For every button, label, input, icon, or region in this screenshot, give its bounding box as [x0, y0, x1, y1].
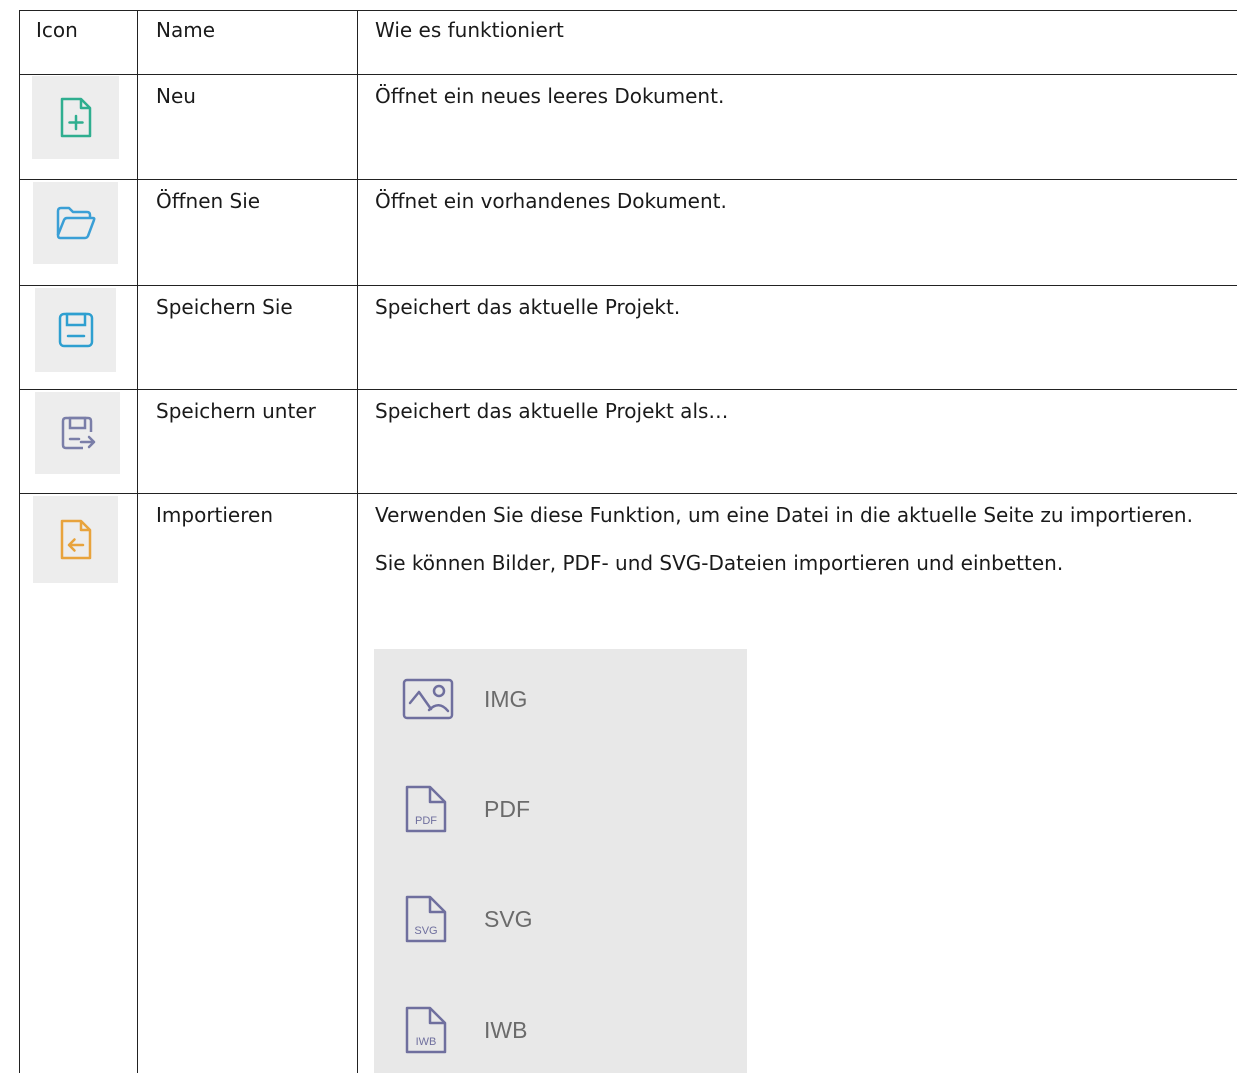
- import-menu: IMG PDF PDF SVG SVG IWB IWB: [374, 649, 747, 1073]
- column-divider: [137, 10, 138, 1073]
- row-divider: [19, 285, 1237, 286]
- image-file-icon: [402, 675, 456, 723]
- row-name: Speichern unter: [156, 399, 316, 423]
- column-divider: [357, 10, 358, 1073]
- row-name: Importieren: [156, 503, 274, 527]
- import-menu-item-img[interactable]: IMG: [402, 675, 527, 723]
- row-name: Speichern Sie: [156, 295, 293, 319]
- save-as-icon: [35, 392, 120, 474]
- row-divider: [19, 389, 1237, 390]
- row-description: Verwenden Sie diese Funktion, um eine Da…: [375, 503, 1193, 575]
- svg-text:PDF: PDF: [415, 815, 437, 827]
- functions-table: Icon Name Wie es funktioniert Neu Öffnet…: [19, 10, 1237, 1073]
- import-icon: [33, 496, 118, 583]
- save-icon: [35, 288, 116, 372]
- svg-file-icon: SVG: [402, 895, 456, 943]
- svg-text:SVG: SVG: [414, 925, 437, 937]
- row-description: Öffnet ein neues leeres Dokument.: [375, 84, 725, 108]
- header-description: Wie es funktioniert: [375, 18, 564, 42]
- row-divider: [19, 179, 1237, 180]
- pdf-file-icon: PDF: [402, 785, 456, 833]
- header-icon: Icon: [36, 18, 78, 42]
- row-name: Öffnen Sie: [156, 189, 261, 213]
- svg-text:IWB: IWB: [416, 1036, 437, 1048]
- table-border-top: [19, 10, 1237, 11]
- import-menu-item-pdf[interactable]: PDF PDF: [402, 785, 530, 833]
- import-menu-item-iwb[interactable]: IWB IWB: [402, 1006, 527, 1054]
- import-menu-label: IMG: [484, 685, 528, 712]
- table-border-left: [19, 10, 20, 1073]
- iwb-file-icon: IWB: [402, 1006, 456, 1054]
- row-description: Speichert das aktuelle Projekt.: [375, 295, 681, 319]
- import-menu-label: PDF: [484, 795, 530, 822]
- row-description: Speichert das aktuelle Projekt als…: [375, 399, 729, 423]
- import-menu-label: IWB: [484, 1016, 528, 1043]
- import-menu-item-svg[interactable]: SVG SVG: [402, 895, 533, 943]
- row-name: Neu: [156, 84, 196, 108]
- import-menu-label: SVG: [484, 905, 533, 932]
- open-folder-icon: [33, 182, 118, 264]
- header-name: Name: [156, 18, 216, 42]
- row-divider: [19, 74, 1237, 75]
- row-description: Öffnet ein vorhandenes Dokument.: [375, 189, 727, 213]
- new-document-icon: [32, 76, 119, 159]
